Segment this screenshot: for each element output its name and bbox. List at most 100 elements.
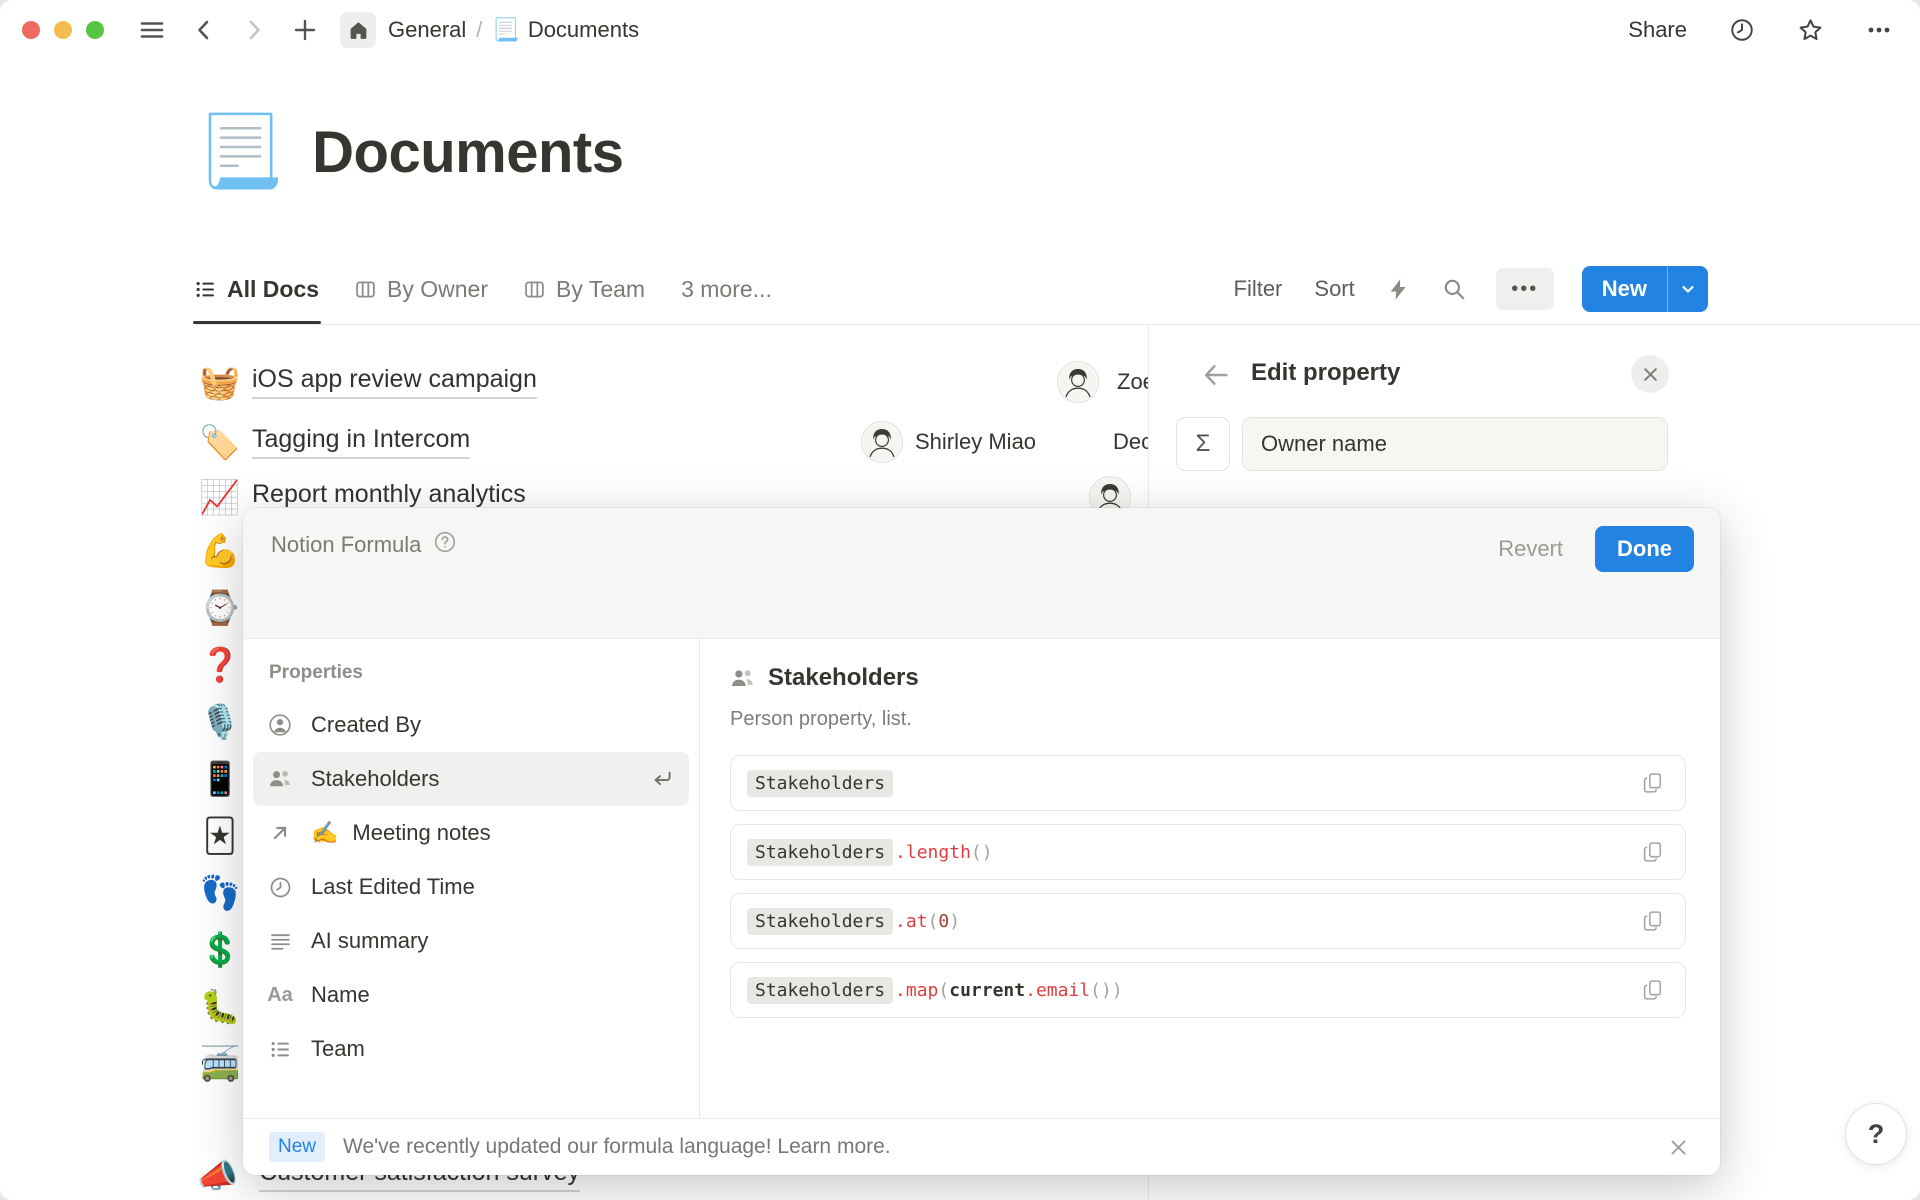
property-label: Name [311, 982, 370, 1008]
page-header: 📃 Documents [197, 116, 624, 186]
banner-close-icon[interactable] [1663, 1137, 1694, 1158]
formula-banner: New We've recently updated our formula l… [243, 1118, 1720, 1175]
property-item-team[interactable]: Team [253, 1022, 689, 1076]
tab-by-team[interactable]: By Team [524, 254, 645, 324]
new-badge: New [269, 1132, 325, 1162]
property-item-last-edited-time[interactable]: Last Edited Time [253, 860, 689, 914]
property-item-name[interactable]: Aa Name [253, 968, 689, 1022]
property-item-stakeholders[interactable]: Stakeholders [253, 752, 689, 806]
sort-button[interactable]: Sort [1312, 274, 1356, 304]
tab-label: 3 more... [681, 276, 772, 303]
formula-example[interactable]: Stakeholders.map(current.email()) [730, 962, 1686, 1018]
page-emoji-icon: 🧺 [199, 366, 240, 399]
return-key-icon [649, 766, 675, 792]
page-emoji-icon: 🏷️ [199, 426, 240, 459]
page-title-link[interactable]: Tagging in Intercom [252, 425, 470, 459]
page-emoji-icon[interactable]: 📃 [197, 116, 284, 186]
zoom-window-button[interactable] [86, 21, 104, 39]
clock-icon [267, 876, 293, 899]
page-emoji-icon: 🐛 [197, 978, 243, 1035]
new-dropdown-chevron-icon[interactable] [1668, 266, 1708, 312]
document-emoji-icon: 📃 [492, 19, 519, 41]
table-row[interactable]: 🧺iOS app review campaignZoe [195, 352, 1148, 412]
page-emoji-icon: 🎙️ [197, 693, 243, 750]
formula-example[interactable]: Stakeholders.at(0) [730, 893, 1686, 949]
property-label: Created By [311, 712, 421, 738]
banner-text[interactable]: We've recently updated our formula langu… [343, 1135, 891, 1159]
forward-icon[interactable] [236, 12, 272, 48]
new-button[interactable]: New [1582, 266, 1667, 312]
tab-label: All Docs [227, 276, 319, 303]
page-emoji-icon: 💲 [197, 921, 243, 978]
filter-button[interactable]: Filter [1232, 274, 1285, 304]
search-icon[interactable] [1440, 275, 1468, 303]
page-emoji-icon: 📈 [199, 481, 240, 514]
emoji-strip: 💪⌚❓🎙️📱🃏👣💲🐛🚎 [197, 522, 243, 1092]
avatar [861, 421, 903, 463]
breadcrumb: General / 📃 Documents [388, 17, 639, 43]
back-icon[interactable] [186, 12, 222, 48]
formula-example[interactable]: Stakeholders [730, 755, 1686, 811]
copy-icon[interactable] [1636, 771, 1671, 796]
page-emoji-icon: 📱 [197, 750, 243, 807]
avatar [1057, 361, 1099, 403]
edit-property-title: Edit property [1251, 359, 1400, 387]
breadcrumb-separator: / [476, 17, 482, 43]
copy-icon[interactable] [1636, 978, 1671, 1003]
help-button[interactable]: ? [1845, 1103, 1907, 1165]
property-type-sigma-button[interactable]: Σ [1176, 417, 1230, 471]
tab-by-owner[interactable]: By Owner [355, 254, 488, 324]
tab-all-docs[interactable]: All Docs [195, 254, 319, 324]
date-value: Dece [1113, 429, 1148, 455]
automation-bolt-icon[interactable] [1385, 276, 1412, 303]
close-icon[interactable] [1631, 355, 1669, 393]
back-arrow-icon[interactable] [1195, 359, 1237, 391]
home-icon[interactable] [340, 12, 376, 48]
topbar-actions: Share [1622, 11, 1898, 50]
page-title-link[interactable]: iOS app review campaign [252, 365, 537, 399]
revert-button[interactable]: Revert [1492, 535, 1569, 563]
minimize-window-button[interactable] [54, 21, 72, 39]
property-name-input[interactable] [1242, 417, 1668, 471]
property-item-ai-summary[interactable]: AI summary [253, 914, 689, 968]
close-window-button[interactable] [22, 21, 40, 39]
page-emoji-icon: 🃏 [197, 807, 243, 864]
notion-window: General / 📃 Documents Share 📃 Documents [0, 0, 1920, 1200]
breadcrumb-root[interactable]: General [388, 17, 466, 43]
favorite-star-icon[interactable] [1791, 11, 1830, 50]
edit-property-controls: Σ [1149, 417, 1920, 473]
list-icon [267, 1039, 293, 1060]
share-button[interactable]: Share [1622, 13, 1693, 47]
formula-example[interactable]: Stakeholders.length() [730, 824, 1686, 880]
breadcrumb-page[interactable]: 📃 Documents [492, 17, 639, 43]
copy-icon[interactable] [1636, 909, 1671, 934]
sidebar-toggle-icon[interactable] [132, 10, 172, 50]
formula-dialog: Notion Formula Revert Done Properties Cr… [243, 508, 1720, 1175]
tab-3-more[interactable]: 3 more... [681, 254, 772, 324]
properties-heading: Properties [253, 662, 689, 698]
page-emoji-icon: 👣 [197, 864, 243, 921]
copy-icon[interactable] [1636, 840, 1671, 865]
formula-code: Stakeholders.map(current.email()) [747, 977, 1123, 1004]
property-item-created-by[interactable]: Created By [253, 698, 689, 752]
detail-subtitle: Person property, list. [730, 708, 1686, 731]
board-view-icon [524, 279, 545, 300]
new-tab-icon[interactable] [286, 11, 324, 49]
formula-dialog-body: Properties Created ByStakeholders✍️Meeti… [243, 638, 1720, 1118]
view-more-options-icon[interactable]: ••• [1496, 268, 1554, 310]
page-title[interactable]: Documents [312, 119, 623, 186]
lines-icon [267, 931, 293, 952]
history-clock-icon[interactable] [1723, 11, 1761, 49]
people-icon [267, 767, 293, 791]
more-options-icon[interactable] [1860, 11, 1898, 49]
property-label: Last Edited Time [311, 874, 475, 900]
help-circle-icon[interactable] [433, 530, 457, 560]
property-item-meeting-notes[interactable]: ✍️Meeting notes [253, 806, 689, 860]
table-row[interactable]: 🏷️Tagging in IntercomShirley MiaoDece [195, 412, 1148, 472]
breadcrumb-page-label: Documents [528, 17, 639, 43]
properties-panel: Properties Created By Stakeholders✍️Meeti… [243, 638, 700, 1118]
view-toolbar: Filter Sort ••• New [1232, 254, 1709, 324]
page-emoji-icon: 📣 [197, 1159, 238, 1192]
done-button[interactable]: Done [1595, 526, 1694, 572]
aa-icon: Aa [267, 984, 293, 1007]
